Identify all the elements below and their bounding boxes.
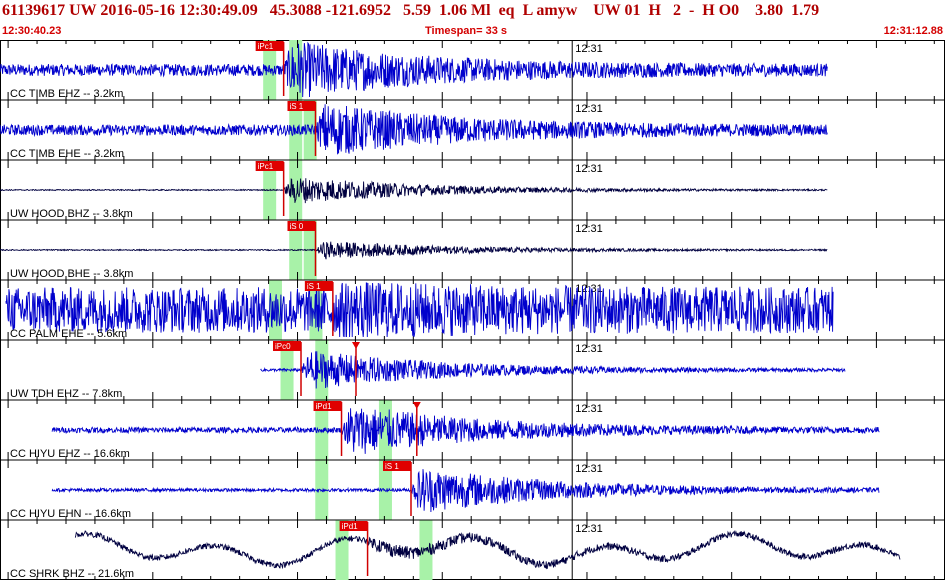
waveform-trace [0, 104, 828, 155]
pick-marker [412, 402, 421, 409]
waveform-trace [0, 41, 828, 98]
waveform-trace [0, 241, 828, 260]
minute-label: 12:31 [575, 523, 603, 535]
pick-label: iS 1 [289, 102, 303, 111]
waveform-trace [51, 469, 880, 513]
seismogram-plot: 12:31 iPc1 CC TIMB EHZ -- 3.2km 12:31 iS 1 CC… [0, 40, 945, 580]
channel-label: CC HIYU EHZ -- 16.6km [10, 448, 130, 460]
pick-label: iPd1 [316, 402, 333, 411]
pick-label: iPc1 [258, 162, 274, 171]
channel-label: UW HOOD BHZ -- 3.8km [10, 208, 133, 220]
minute-label: 12:31 [575, 463, 603, 475]
end-time: 12:31:12.88 [883, 25, 943, 37]
pick-label: iPc1 [258, 42, 274, 51]
channel-label: CC SHRK BHZ -- 21.6km [10, 568, 134, 580]
timespan-label: Timespan= 33 s [425, 25, 508, 37]
channel-label: CC PALM EHE -- 5.6km [10, 328, 127, 340]
waveform-trace [0, 178, 828, 204]
pick-label: iS 1 [307, 282, 321, 291]
channel-label: CC TIMB EHE -- 3.2km [10, 148, 124, 160]
minute-label: 12:31 [575, 223, 603, 235]
minute-label: 12:31 [575, 163, 603, 175]
channel-label: CC TIMB EHZ -- 3.2km [10, 88, 123, 100]
start-time: 12:30:40.23 [2, 25, 62, 37]
waveform-trace [74, 530, 901, 570]
channel-label: UW TDH EHZ -- 7.8km [10, 388, 122, 400]
pick-marker [352, 342, 361, 349]
minute-label: 12:31 [575, 43, 603, 55]
pick-label: iPd1 [342, 522, 359, 531]
event-header-line: 61139617 UW 2016-05-16 12:30:49.09 45.30… [2, 2, 820, 19]
pick-label: iS 1 [385, 462, 399, 471]
minute-label: 12:31 [575, 343, 603, 355]
waveform-trace [260, 351, 846, 389]
waveform-trace [51, 408, 880, 454]
channel-label: CC HIYU EHN -- 16.6km [10, 508, 131, 520]
pick-label: iS 0 [289, 222, 303, 231]
minute-label: 12:31 [575, 103, 603, 115]
minute-label: 12:31 [575, 403, 603, 415]
pick-label: iPc0 [275, 342, 291, 351]
waveform-trace [5, 282, 834, 338]
channel-label: UW HOOD BHE -- 3.8km [10, 268, 133, 280]
